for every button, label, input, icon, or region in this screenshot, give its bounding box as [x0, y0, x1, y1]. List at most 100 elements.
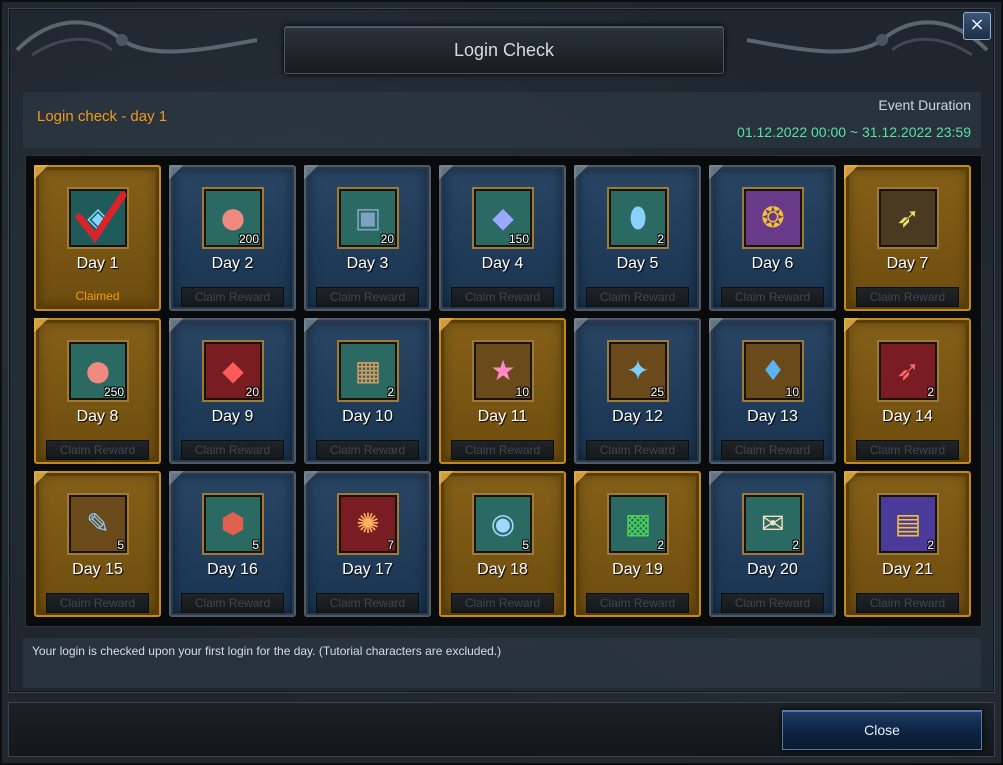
reward-item-slot[interactable]: ✎ 5 [67, 493, 129, 555]
close-button[interactable]: Close [782, 710, 982, 750]
reward-card-day-11[interactable]: ★ 10 Day 11 Claim Reward [439, 318, 566, 464]
claim-reward-button[interactable]: Claim Reward [316, 287, 419, 307]
claim-reward-button[interactable]: Claim Reward [856, 593, 959, 613]
reward-card-day-1[interactable]: ◈ Day 1 Claimed [34, 165, 161, 311]
event-duration-range: 01.12.2022 00:00 ~ 31.12.2022 23:59 [737, 124, 971, 140]
reward-card-day-19[interactable]: ▩ 2 Day 19 Claim Reward [574, 471, 701, 617]
reward-item-slot[interactable]: ✺ 7 [337, 493, 399, 555]
card-corner-decoration [34, 471, 58, 495]
item-quantity: 5 [117, 538, 124, 552]
close-icon[interactable]: × [963, 12, 991, 40]
reward-card-day-16[interactable]: ⬢ 5 Day 16 Claim Reward [169, 471, 296, 617]
reward-card-day-21[interactable]: ▤ 2 Day 21 Claim Reward [844, 471, 971, 617]
day-label: Day 11 [477, 408, 528, 425]
reward-item-slot[interactable]: ● 200 [202, 187, 264, 249]
day-label: Day 18 [477, 561, 528, 578]
item-quantity: 25 [650, 385, 664, 399]
item-quantity: 5 [252, 538, 259, 552]
spear-tip-icon: ➶ [896, 201, 920, 234]
reward-item-slot[interactable]: ▩ 2 [607, 493, 669, 555]
reward-card-day-15[interactable]: ✎ 5 Day 15 Claim Reward [34, 471, 161, 617]
card-corner-decoration [844, 318, 868, 342]
item-quantity: 2 [387, 385, 394, 399]
item-quantity: 2 [792, 538, 799, 552]
claim-reward-button[interactable]: Claim Reward [451, 287, 554, 307]
reward-card-day-8[interactable]: ● 250 Day 8 Claim Reward [34, 318, 161, 464]
reward-item-slot[interactable]: ❂ [742, 187, 804, 249]
card-corner-decoration [574, 471, 598, 495]
reward-card-day-9[interactable]: ◆ 20 Day 9 Claim Reward [169, 318, 296, 464]
card-corner-decoration [169, 165, 193, 189]
reward-card-day-14[interactable]: ➶ 2 Day 14 Claim Reward [844, 318, 971, 464]
reward-card-day-18[interactable]: ◉ 5 Day 18 Claim Reward [439, 471, 566, 617]
reward-card-day-20[interactable]: ✉ 2 Day 20 Claim Reward [709, 471, 836, 617]
card-corner-decoration [34, 165, 58, 189]
claim-reward-button[interactable]: Claim Reward [46, 440, 149, 460]
reward-item-slot[interactable]: ♦ 10 [742, 340, 804, 402]
item-quantity: 2 [657, 538, 664, 552]
item-quantity: 150 [508, 232, 529, 246]
claim-reward-button[interactable]: Claim Reward [721, 287, 824, 307]
claim-reward-button[interactable]: Claim Reward [316, 593, 419, 613]
day-label: Day 9 [211, 408, 254, 425]
reward-item-slot[interactable]: ◆ 20 [202, 340, 264, 402]
day-label: Day 21 [882, 561, 933, 578]
reward-card-day-7[interactable]: ➶ Day 7 Claim Reward [844, 165, 971, 311]
item-quantity: 5 [522, 538, 529, 552]
reward-item-slot[interactable]: ➶ [877, 187, 939, 249]
claim-reward-button[interactable]: Claim Reward [181, 287, 284, 307]
reward-card-day-6[interactable]: ❂ Day 6 Claim Reward [709, 165, 836, 311]
claim-reward-button[interactable]: Claim Reward [181, 440, 284, 460]
claim-reward-button[interactable]: Claim Reward [586, 287, 689, 307]
reward-item-slot[interactable]: ● 250 [67, 340, 129, 402]
reward-item-slot[interactable]: ★ 10 [472, 340, 534, 402]
claim-reward-button[interactable]: Claim Reward [586, 593, 689, 613]
reward-card-day-2[interactable]: ● 200 Day 2 Claim Reward [169, 165, 296, 311]
reward-card-day-13[interactable]: ♦ 10 Day 13 Claim Reward [709, 318, 836, 464]
reward-card-day-17[interactable]: ✺ 7 Day 17 Claim Reward [304, 471, 431, 617]
reward-item-slot[interactable]: ◆ 150 [472, 187, 534, 249]
claim-reward-button[interactable]: Claim Reward [46, 593, 149, 613]
reward-item-slot[interactable]: ▤ 2 [877, 493, 939, 555]
reward-item-slot[interactable]: ✦ 25 [607, 340, 669, 402]
reward-item-slot[interactable]: ➶ 2 [877, 340, 939, 402]
item-quantity: 2 [927, 538, 934, 552]
claim-reward-button[interactable]: Claim Reward [856, 440, 959, 460]
reward-item-slot[interactable]: ◈ [67, 187, 129, 249]
item-quantity: 10 [515, 385, 529, 399]
reward-item-slot[interactable]: ▦ 2 [337, 340, 399, 402]
card-corner-decoration [709, 471, 733, 495]
claim-reward-button[interactable]: Claim Reward [181, 593, 284, 613]
reward-item-slot[interactable]: ◉ 5 [472, 493, 534, 555]
claim-reward-button[interactable]: Claim Reward [451, 440, 554, 460]
claim-reward-button[interactable]: Claim Reward [721, 440, 824, 460]
claim-reward-button[interactable]: Claim Reward [451, 593, 554, 613]
item-quantity: 200 [238, 232, 259, 246]
item-quantity: 2 [927, 385, 934, 399]
reward-item-slot[interactable]: ⬢ 5 [202, 493, 264, 555]
reward-item-slot[interactable]: ⬮ 2 [607, 187, 669, 249]
day-label: Day 14 [882, 408, 933, 425]
card-corner-decoration [439, 471, 463, 495]
reward-card-day-10[interactable]: ▦ 2 Day 10 Claim Reward [304, 318, 431, 464]
day-label: Day 19 [612, 561, 663, 578]
reward-item-slot[interactable]: ✉ 2 [742, 493, 804, 555]
claimed-check-icon [75, 191, 127, 243]
card-corner-decoration [169, 318, 193, 342]
window-title: Login Check [284, 26, 724, 74]
claim-reward-button[interactable]: Claim Reward [316, 440, 419, 460]
card-corner-decoration [304, 471, 328, 495]
reward-card-day-5[interactable]: ⬮ 2 Day 5 Claim Reward [574, 165, 701, 311]
card-corner-decoration [439, 318, 463, 342]
day-label: Day 12 [612, 408, 663, 425]
login-check-window: Login Check × Login check - day 1 Event … [0, 0, 1003, 765]
reward-card-day-12[interactable]: ✦ 25 Day 12 Claim Reward [574, 318, 701, 464]
day-label: Day 15 [72, 561, 123, 578]
claim-reward-button[interactable]: Claim Reward [721, 593, 824, 613]
reward-item-slot[interactable]: ▣ 20 [337, 187, 399, 249]
login-status-text: Login check - day 1 [37, 108, 168, 125]
claim-reward-button[interactable]: Claim Reward [856, 287, 959, 307]
reward-card-day-4[interactable]: ◆ 150 Day 4 Claim Reward [439, 165, 566, 311]
claim-reward-button[interactable]: Claim Reward [586, 440, 689, 460]
reward-card-day-3[interactable]: ▣ 20 Day 3 Claim Reward [304, 165, 431, 311]
